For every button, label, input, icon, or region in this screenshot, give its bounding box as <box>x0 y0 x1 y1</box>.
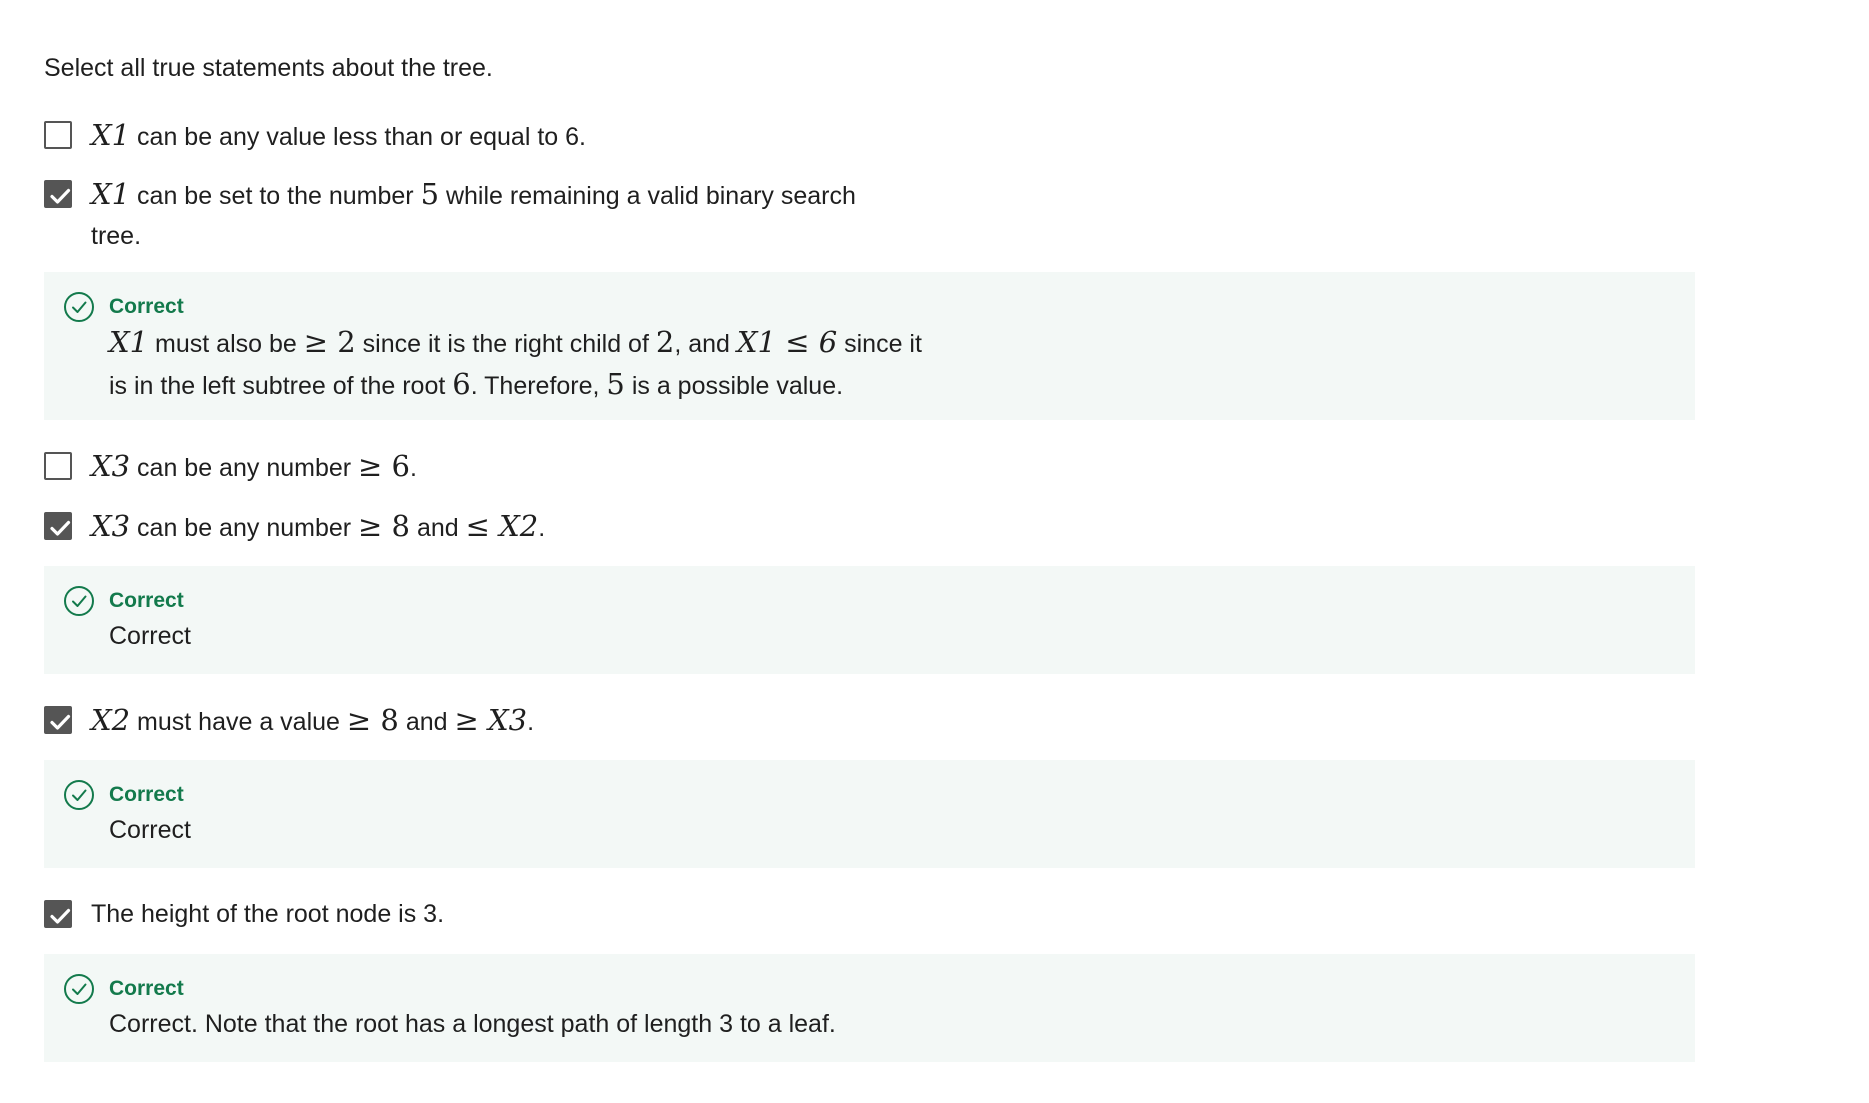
option-label: X2 must have a value ≥ 8 and ≥ X3. <box>91 703 535 737</box>
feedback-text: Correct. Note that the root has a longes… <box>109 1010 836 1038</box>
math-var: X1 <box>91 177 131 211</box>
checkbox-checked[interactable] <box>44 900 72 928</box>
option-x2-ge-8-ge-x3[interactable]: X2 must have a value ≥ 8 and ≥ X3. <box>44 700 844 740</box>
math-num: 5 <box>420 177 440 211</box>
checkmark-icon <box>50 908 71 924</box>
option-x3-ge-8-le-x2[interactable]: X3 can be any number ≥ 8 and ≤ X2. <box>44 506 844 546</box>
option-x1-any-value[interactable]: X1 can be any value less than or equal t… <box>44 115 844 155</box>
checkbox-checked[interactable] <box>44 180 72 208</box>
checkbox-checked[interactable] <box>44 706 72 734</box>
feedback-text: X1 must also be ≥ 2 since it is the righ… <box>109 325 922 401</box>
math-var: X1 <box>91 118 131 152</box>
option-label: X1 can be any value less than or equal t… <box>91 118 586 152</box>
check-circle-icon <box>64 974 94 1004</box>
feedback-panel: Correct Correct <box>44 760 1695 868</box>
option-label: The height of the root node is 3. <box>91 900 445 928</box>
math-num: ≤ X2 <box>465 509 539 543</box>
feedback-label: Correct <box>109 783 184 806</box>
math-var: X3 <box>91 509 131 543</box>
check-circle-icon <box>64 780 94 810</box>
checkmark-icon <box>50 520 71 536</box>
feedback-label: Correct <box>109 977 184 1000</box>
checkbox-checked[interactable] <box>44 512 72 540</box>
question-prompt: Select all true statements about the tre… <box>44 54 493 82</box>
feedback-panel: Correct Correct <box>44 566 1695 674</box>
option-root-height[interactable]: The height of the root node is 3. <box>44 894 844 934</box>
checkmark-icon <box>50 188 71 204</box>
option-label: X3 can be any number ≥ 6. <box>91 449 417 483</box>
feedback-label: Correct <box>109 295 184 318</box>
option-x3-any-ge-6[interactable]: X3 can be any number ≥ 6. <box>44 446 844 486</box>
feedback-text: Correct <box>109 622 191 650</box>
feedback-panel: Correct X1 must also be ≥ 2 since it is … <box>44 272 1695 420</box>
feedback-panel: Correct Correct. Note that the root has … <box>44 954 1695 1062</box>
math-num: ≥ X3 <box>454 703 528 737</box>
math-num: ≥ 8 <box>346 703 399 737</box>
option-x1-set-to-5[interactable]: X1 can be set to the number 5 while rema… <box>44 174 856 254</box>
feedback-text: Correct <box>109 816 191 844</box>
check-circle-icon <box>64 292 94 322</box>
check-circle-icon <box>64 586 94 616</box>
math-num: ≥ 8 <box>358 509 410 543</box>
checkbox-unchecked[interactable] <box>44 452 72 480</box>
checkbox-unchecked[interactable] <box>44 121 72 149</box>
math-var: X2 <box>91 703 131 737</box>
math-num: ≥ 6 <box>358 449 410 483</box>
feedback-label: Correct <box>109 589 184 612</box>
checkmark-icon <box>50 714 71 730</box>
math-var: X3 <box>91 449 131 483</box>
option-label: X3 can be any number ≥ 8 and ≤ X2. <box>91 509 546 543</box>
option-label: X1 can be set to the number 5 while rema… <box>91 177 856 250</box>
